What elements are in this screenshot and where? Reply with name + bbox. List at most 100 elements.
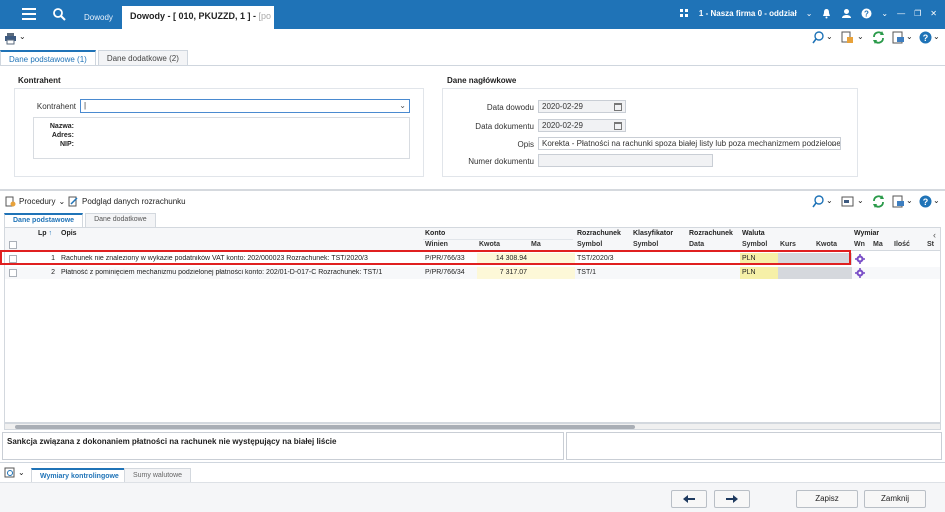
apps-grid-icon[interactable] xyxy=(679,8,690,19)
column-chooser-icon[interactable] xyxy=(841,195,854,208)
header-rozrachunek[interactable]: Rozrachunek xyxy=(577,230,621,237)
header-konto[interactable]: Konto xyxy=(425,230,445,237)
tab-dowody[interactable]: Dowody xyxy=(76,9,121,29)
chevron-down-icon[interactable]: ⌄ xyxy=(857,196,870,209)
gear-icon[interactable] xyxy=(855,254,865,266)
chevron-down-icon[interactable]: ⌄ xyxy=(933,32,945,45)
row-symbol[interactable]: TST/2020/3 xyxy=(577,255,631,262)
tab-dane-podstawowe[interactable]: Dane podstawowe (1) xyxy=(0,50,96,66)
header-symbol-klasyfikator[interactable]: Symbol xyxy=(633,241,658,248)
chevron-left-icon[interactable]: ‹ xyxy=(933,230,936,240)
chevron-down-icon[interactable]: ⌄ xyxy=(906,32,919,45)
procedury-button[interactable]: Procedury ⌄ xyxy=(5,196,65,207)
opis-select[interactable]: Korekta - Płatności na rachunki spoza bi… xyxy=(538,137,841,150)
filter-search-icon[interactable] xyxy=(812,195,825,208)
row-ma-cell[interactable] xyxy=(529,253,575,265)
next-button[interactable] xyxy=(714,490,750,508)
document-filter-icon[interactable] xyxy=(841,31,854,44)
chevron-down-icon[interactable]: ⌄ xyxy=(19,32,32,45)
refresh-icon[interactable] xyxy=(872,31,885,44)
header-klasyfikator[interactable]: Klasyfikator xyxy=(633,230,673,237)
tab-sumy-walutowe[interactable]: Sumy walutowe xyxy=(124,468,192,483)
chevron-down-icon[interactable]: ⌄ xyxy=(826,32,839,45)
header-wn[interactable]: Wn xyxy=(854,241,865,248)
close-icon[interactable]: ✕ xyxy=(930,9,937,18)
horizontal-scrollbar[interactable] xyxy=(4,423,941,430)
kontrahent-input[interactable]: | ⌄ xyxy=(80,99,410,113)
chevron-down-icon[interactable]: ⌄ xyxy=(399,101,406,110)
kontrahent-details-panel xyxy=(33,117,410,159)
header-data[interactable]: Data xyxy=(689,241,704,248)
header-st[interactable]: St xyxy=(927,241,934,248)
close-button[interactable]: Zamknij xyxy=(864,490,926,508)
search-icon[interactable] xyxy=(52,7,66,21)
row-ma-cell[interactable] xyxy=(529,267,575,279)
data-dokumentu-input[interactable]: 2020-02-29 xyxy=(538,119,626,132)
table-row[interactable]: 2 Płatność z pominięciem mechanizmu podz… xyxy=(5,267,940,280)
row-winien[interactable]: P/PR/766/34 xyxy=(425,269,477,276)
help-icon[interactable]: ? xyxy=(919,195,932,208)
user-icon[interactable] xyxy=(841,8,852,19)
chevron-down-icon[interactable]: ⌄ xyxy=(806,9,813,18)
export-icon[interactable] xyxy=(892,31,905,44)
header-kwota[interactable]: Kwota xyxy=(479,241,500,248)
minimize-icon[interactable]: — xyxy=(897,9,905,18)
tab-dane-dodatkowe[interactable]: Dane dodatkowe (2) xyxy=(97,50,188,66)
row-waluta: PLN xyxy=(742,269,756,276)
chevron-down-icon[interactable]: ⌄ xyxy=(830,139,837,148)
refresh-icon[interactable] xyxy=(872,195,885,208)
print-icon[interactable] xyxy=(4,32,17,45)
header-wymiar[interactable]: Wymiar xyxy=(854,230,879,237)
filter-search-icon[interactable] xyxy=(812,31,825,44)
header-kwota-waluta[interactable]: Kwota xyxy=(816,241,837,248)
bell-icon[interactable] xyxy=(821,8,832,19)
chevron-down-icon[interactable]: ⌄ xyxy=(933,196,945,209)
data-dowodu-input[interactable]: 2020-02-29 xyxy=(538,100,626,113)
header-rozrachunek-data[interactable]: Rozrachunek xyxy=(689,230,733,237)
splitter[interactable] xyxy=(0,189,945,191)
podglad-button[interactable]: Podgląd danych rozrachunku xyxy=(68,196,186,207)
calendar-icon[interactable] xyxy=(614,103,622,111)
row-checkbox[interactable] xyxy=(9,269,17,277)
export-icon[interactable] xyxy=(892,195,905,208)
tab-dowody-active[interactable]: Dowody - [ 010, PKUZZD, 1 ] - [po xyxy=(122,6,274,29)
filter-icon[interactable] xyxy=(4,467,17,480)
previous-button[interactable] xyxy=(671,490,707,508)
header-lp[interactable]: Lp ↑ xyxy=(38,230,52,237)
header-waluta[interactable]: Waluta xyxy=(742,230,765,237)
select-all-checkbox[interactable] xyxy=(9,241,17,249)
numer-dokumentu-input[interactable] xyxy=(538,154,713,167)
gear-icon[interactable] xyxy=(855,268,865,280)
chevron-down-icon[interactable]: ⌄ xyxy=(857,32,870,45)
grid-tab-dane-dodatkowe[interactable]: Dane dodatkowe xyxy=(85,213,156,227)
row-checkbox[interactable] xyxy=(9,255,17,263)
header-winien[interactable]: Winien xyxy=(425,241,448,248)
help-icon[interactable]: ? xyxy=(919,31,932,44)
header-kurs[interactable]: Kurs xyxy=(780,241,796,248)
grid-tab-dane-podstawowe[interactable]: Dane podstawowe xyxy=(4,213,84,227)
header-ilosc[interactable]: Ilość xyxy=(894,241,910,248)
row-winien[interactable]: P/PR/766/33 xyxy=(425,255,477,262)
header-symbol-waluta[interactable]: Symbol xyxy=(742,241,767,248)
title-bar-right: 1 - Nasza firma 0 - oddział ⌄ ? ⌄ — ❐ ✕ xyxy=(679,8,937,19)
chevron-down-icon[interactable]: ⌄ xyxy=(881,9,888,18)
row-symbol[interactable]: TST/1 xyxy=(577,269,631,276)
calendar-icon[interactable] xyxy=(614,122,622,130)
header-ma[interactable]: Ma xyxy=(531,241,541,248)
header-opis[interactable]: Opis xyxy=(61,230,77,237)
restore-icon[interactable]: ❐ xyxy=(914,9,921,18)
tab-wymiary-kontrolingowe[interactable]: Wymiary kontrolingowe xyxy=(31,468,128,483)
help-icon[interactable]: ? xyxy=(861,8,872,19)
hamburger-menu-icon[interactable] xyxy=(22,8,36,20)
header-ma-wymiar[interactable]: Ma xyxy=(873,241,883,248)
chevron-down-icon[interactable]: ⌄ xyxy=(826,196,839,209)
header-symbol[interactable]: Symbol xyxy=(577,241,602,248)
table-row[interactable]: 1 Rachunek nie znaleziony w wykazie poda… xyxy=(5,253,940,266)
save-button[interactable]: Zapisz xyxy=(796,490,858,508)
naglowek-section-title: Dane nagłówkowe xyxy=(447,76,517,85)
chevron-down-icon[interactable]: ⌄ xyxy=(58,197,65,206)
chevron-down-icon[interactable]: ⌄ xyxy=(906,196,919,209)
firm-selector[interactable]: 1 - Nasza firma 0 - oddział xyxy=(699,9,797,18)
scrollbar-thumb[interactable] xyxy=(15,425,635,429)
chevron-down-icon[interactable]: ⌄ xyxy=(18,468,31,481)
